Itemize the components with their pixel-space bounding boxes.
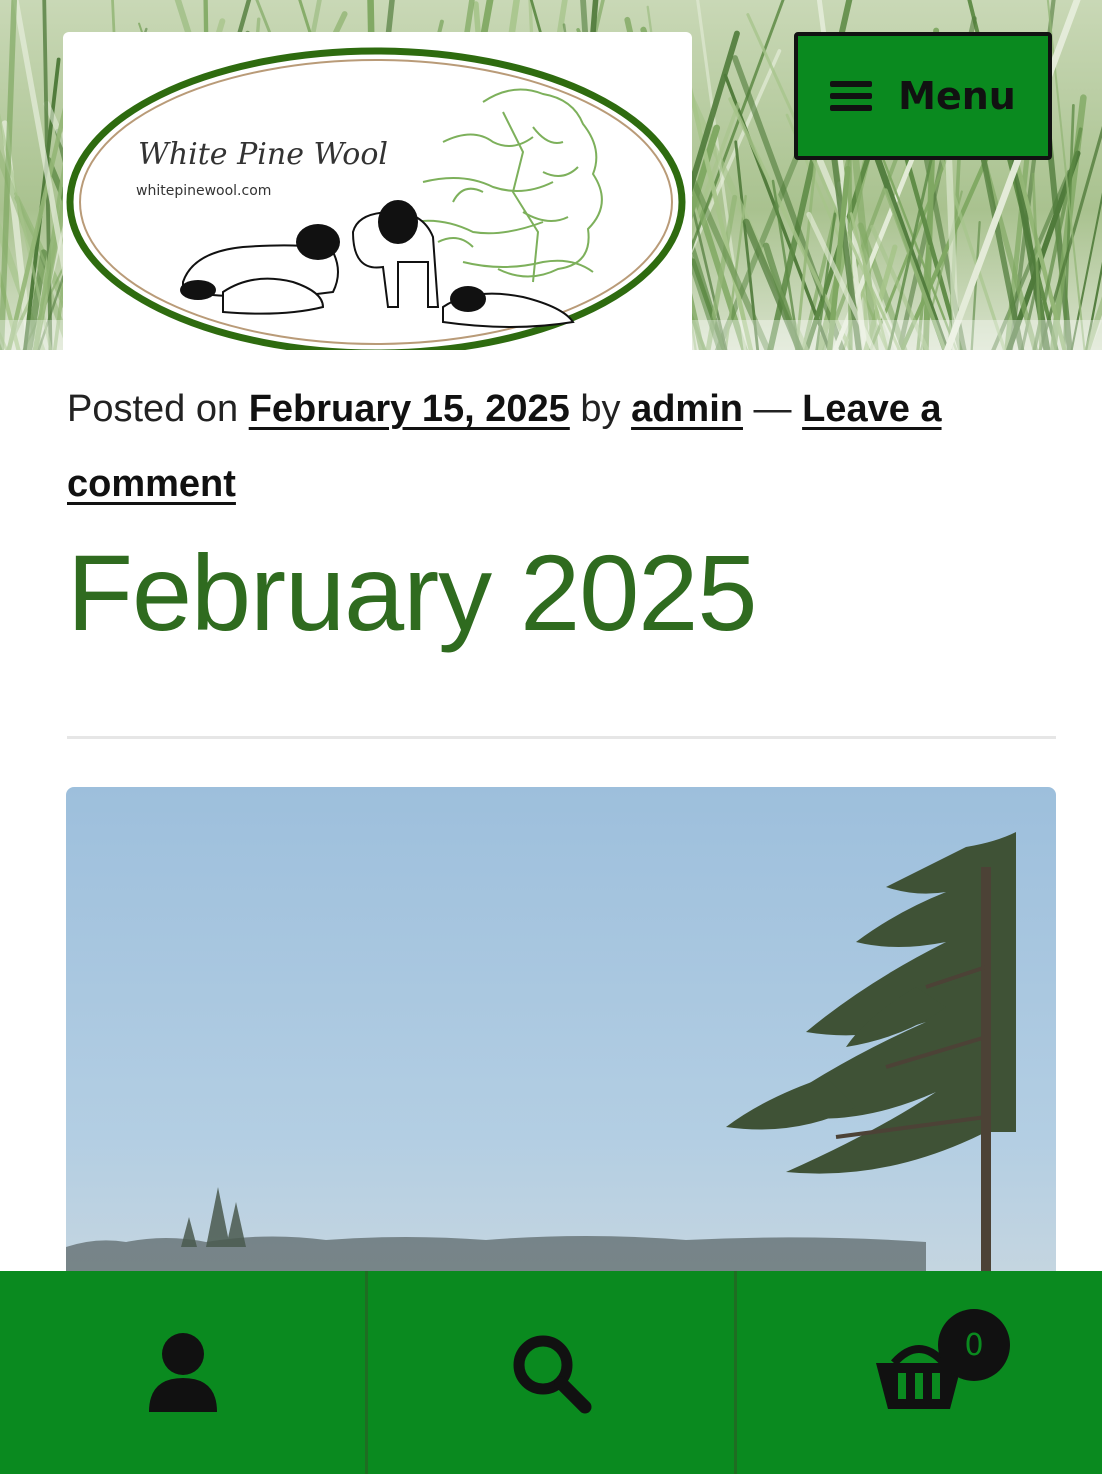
svg-text:whitepinewool.com: whitepinewool.com xyxy=(136,183,271,199)
menu-button[interactable]: Menu xyxy=(794,32,1052,160)
svg-text:White Pine Wool: White Pine Wool xyxy=(138,137,388,172)
author-link[interactable]: admin xyxy=(631,388,743,430)
site-header: White Pine Wool whitepinewool.com Menu xyxy=(0,0,1102,350)
hamburger-icon xyxy=(830,81,873,111)
account-icon xyxy=(148,1332,217,1412)
cart-count-badge: 0 xyxy=(938,1309,1010,1381)
pine-tree-photo xyxy=(66,787,1056,1287)
post-date-link[interactable]: February 15, 2025 xyxy=(249,388,570,430)
cart-button[interactable] xyxy=(733,1271,1102,1474)
bottom-navigation xyxy=(0,1271,1102,1474)
meta-separator: — xyxy=(753,388,792,430)
search-button[interactable] xyxy=(365,1271,733,1474)
title-divider xyxy=(67,736,1056,739)
search-icon xyxy=(513,1335,592,1413)
my-account-button[interactable] xyxy=(0,1271,365,1474)
post-meta: Posted on February 15, 2025 by admin — L… xyxy=(67,372,1067,522)
white-pine-wool-logo: White Pine Wool whitepinewool.com xyxy=(66,47,686,350)
featured-image[interactable] xyxy=(66,787,1056,1287)
page-title: February 2025 xyxy=(67,532,757,653)
site-logo[interactable]: White Pine Wool whitepinewool.com xyxy=(63,32,692,350)
menu-label: Menu xyxy=(898,74,1016,118)
posted-on-label: Posted on xyxy=(67,388,239,430)
by-label: by xyxy=(580,388,621,430)
